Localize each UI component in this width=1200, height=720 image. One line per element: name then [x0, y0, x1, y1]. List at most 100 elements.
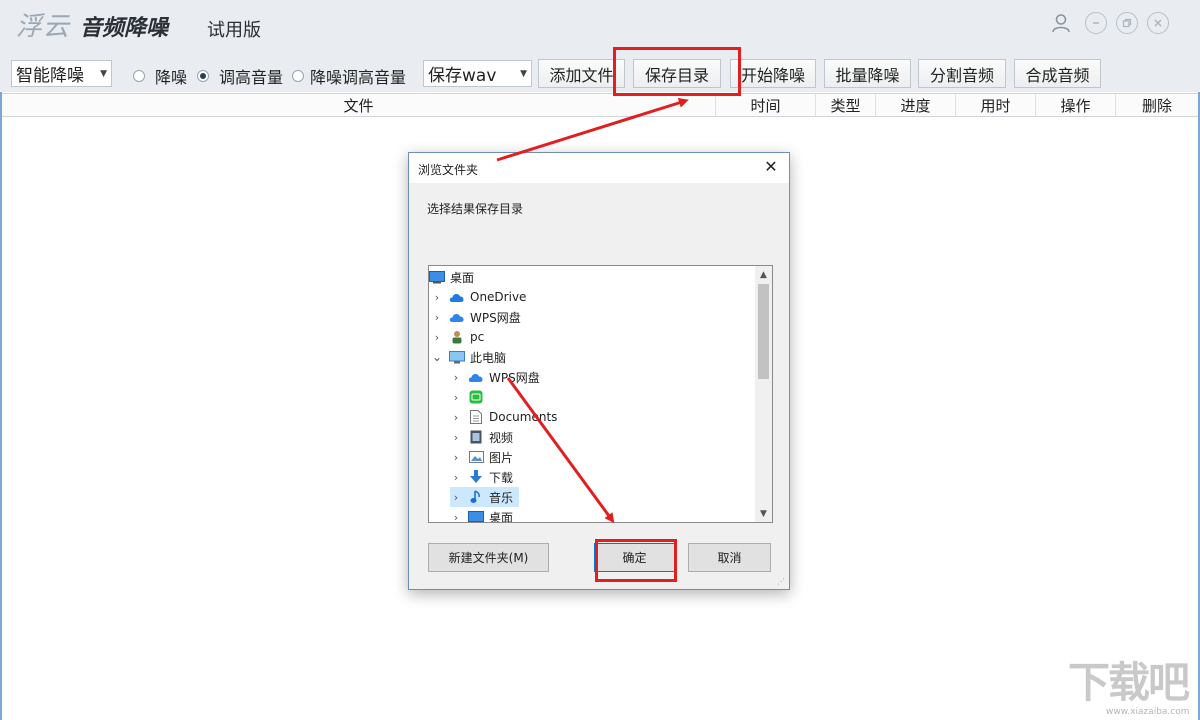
toolbar: 智能降噪 ▼ 降噪 调高音量 降噪调高音量 保存wav ▼ 添加文件 保存目录 …: [0, 52, 1200, 92]
user-icon[interactable]: [1050, 12, 1072, 34]
radio-denoise-volume-up[interactable]: 降噪调高音量: [292, 64, 406, 88]
chevron-down-icon: ▼: [520, 68, 527, 79]
chevron-right-icon: ›: [453, 370, 459, 384]
app-icon: [468, 390, 484, 404]
column-header-progress[interactable]: 进度: [876, 94, 956, 116]
tree-item-wps-cloud[interactable]: › WPS网盘: [431, 307, 521, 327]
split-audio-button[interactable]: 分割音频: [918, 59, 1006, 88]
format-select-value: 保存wav: [428, 66, 497, 86]
tree-item-label: 桌面: [450, 270, 475, 285]
chevron-right-icon: ›: [434, 310, 440, 324]
tree-item-label: pc: [470, 330, 485, 344]
tree-item-desktop[interactable]: 桌面: [429, 267, 474, 287]
cloud-icon: [449, 310, 465, 324]
dialog-title-bar: 浏览文件夹 ✕: [409, 153, 789, 183]
chevron-right-icon: ›: [434, 290, 440, 304]
chevron-right-icon: ›: [453, 410, 459, 424]
batch-denoise-button[interactable]: 批量降噪: [824, 59, 911, 88]
close-icon[interactable]: [1147, 12, 1169, 34]
scroll-down-icon[interactable]: ▼: [755, 505, 772, 522]
tree-item-wps-cloud-sub[interactable]: › WPS网盘: [450, 367, 540, 387]
tree-item-downloads[interactable]: › 下载: [450, 467, 513, 487]
radio-label: 降噪调高音量: [310, 68, 407, 87]
chevron-right-icon: ›: [453, 390, 459, 404]
tree-item-label: Documents: [489, 410, 558, 424]
radio-volume-up[interactable]: 调高音量: [197, 64, 283, 88]
browse-folder-dialog: 浏览文件夹 ✕ 选择结果保存目录 桌面 › OneDrive › WPS网盘 ›…: [408, 152, 790, 590]
merge-audio-button[interactable]: 合成音频: [1014, 59, 1101, 88]
tree-item-label: 图片: [489, 450, 514, 465]
tree-item-label: 桌面: [489, 510, 514, 523]
start-denoise-button[interactable]: 开始降噪: [730, 59, 816, 88]
desktop-icon: [429, 270, 445, 284]
tree-item-label: WPS网盘: [470, 310, 521, 325]
chevron-down-icon: ⌄: [431, 350, 443, 364]
radio-checked-icon: [197, 70, 209, 82]
radio-icon: [292, 70, 304, 82]
new-folder-button[interactable]: 新建文件夹(M): [428, 543, 549, 572]
column-header-time[interactable]: 时间: [716, 94, 816, 116]
chevron-right-icon: ›: [453, 490, 459, 504]
column-header-elapsed[interactable]: 用时: [956, 94, 1036, 116]
dialog-prompt: 选择结果保存目录: [427, 202, 524, 216]
tree-item-pc-user[interactable]: › pc: [431, 327, 484, 347]
mode-select-value: 智能降噪: [16, 66, 84, 86]
brand-logo-text: 浮云: [16, 12, 71, 42]
minimize-icon[interactable]: [1085, 12, 1107, 34]
picture-icon: [468, 450, 484, 464]
computer-icon: [449, 350, 465, 364]
tree-item-label: 音乐: [489, 490, 514, 505]
video-icon: [468, 430, 484, 444]
title-bar: 浮云 音频降噪 试用版: [0, 0, 1200, 52]
document-icon: [468, 410, 484, 424]
tree-scrollbar[interactable]: ▲ ▼: [755, 266, 772, 522]
file-table-header: 文件 时间 类型 进度 用时 操作 删除: [2, 93, 1198, 117]
radio-denoise[interactable]: 降噪: [133, 64, 187, 88]
chevron-right-icon: ›: [453, 510, 459, 523]
column-header-action[interactable]: 操作: [1036, 94, 1116, 116]
format-select[interactable]: 保存wav ▼: [423, 60, 532, 87]
ok-button[interactable]: 确定: [594, 543, 675, 572]
cancel-button[interactable]: 取消: [688, 543, 771, 572]
product-name: 音频降噪: [80, 16, 169, 41]
chevron-right-icon: ›: [453, 450, 459, 464]
radio-label: 降噪: [155, 68, 188, 87]
cloud-icon: [449, 290, 465, 304]
tree-item-videos[interactable]: › 视频: [450, 427, 513, 447]
cloud-icon: [468, 370, 484, 384]
restore-icon[interactable]: [1116, 12, 1138, 34]
mode-select[interactable]: 智能降噪 ▼: [11, 60, 112, 87]
radio-label: 调高音量: [219, 68, 284, 87]
edition-label: 试用版: [207, 20, 261, 41]
scrollbar-thumb[interactable]: [758, 284, 769, 379]
scroll-up-icon[interactable]: ▲: [755, 266, 772, 283]
column-header-file[interactable]: 文件: [2, 94, 716, 116]
download-icon: [468, 470, 484, 484]
tree-item-label: WPS网盘: [489, 370, 540, 385]
folder-tree[interactable]: 桌面 › OneDrive › WPS网盘 › pc ⌄ 此电脑 › WPS网盘: [428, 265, 773, 523]
desktop-icon: [468, 510, 484, 522]
tree-item-onedrive[interactable]: › OneDrive: [431, 287, 527, 307]
resize-grip-icon[interactable]: ⋰: [777, 577, 786, 586]
tree-item-label: OneDrive: [470, 290, 527, 304]
chevron-right-icon: ›: [434, 330, 440, 344]
close-icon[interactable]: ✕: [761, 157, 781, 177]
tree-item-music[interactable]: › 音乐: [450, 487, 520, 507]
chevron-right-icon: ›: [453, 430, 459, 444]
tree-item-label: 此电脑: [470, 350, 507, 365]
window-border-left: [0, 92, 2, 720]
user-icon: [449, 330, 465, 344]
tree-item-pictures[interactable]: › 图片: [450, 447, 513, 467]
tree-item-app-folder[interactable]: ›: [450, 387, 489, 407]
add-files-button[interactable]: 添加文件: [538, 59, 625, 88]
chevron-right-icon: ›: [453, 470, 459, 484]
music-icon: [468, 490, 484, 504]
tree-item-desktop-sub[interactable]: › 桌面: [450, 507, 514, 523]
column-header-delete[interactable]: 删除: [1116, 94, 1198, 116]
radio-icon: [133, 70, 145, 82]
chevron-down-icon: ▼: [100, 68, 107, 79]
tree-item-documents[interactable]: › Documents: [450, 407, 557, 427]
tree-item-this-pc[interactable]: ⌄ 此电脑: [431, 347, 506, 367]
column-header-type[interactable]: 类型: [816, 94, 876, 116]
save-dir-button[interactable]: 保存目录: [633, 59, 721, 88]
